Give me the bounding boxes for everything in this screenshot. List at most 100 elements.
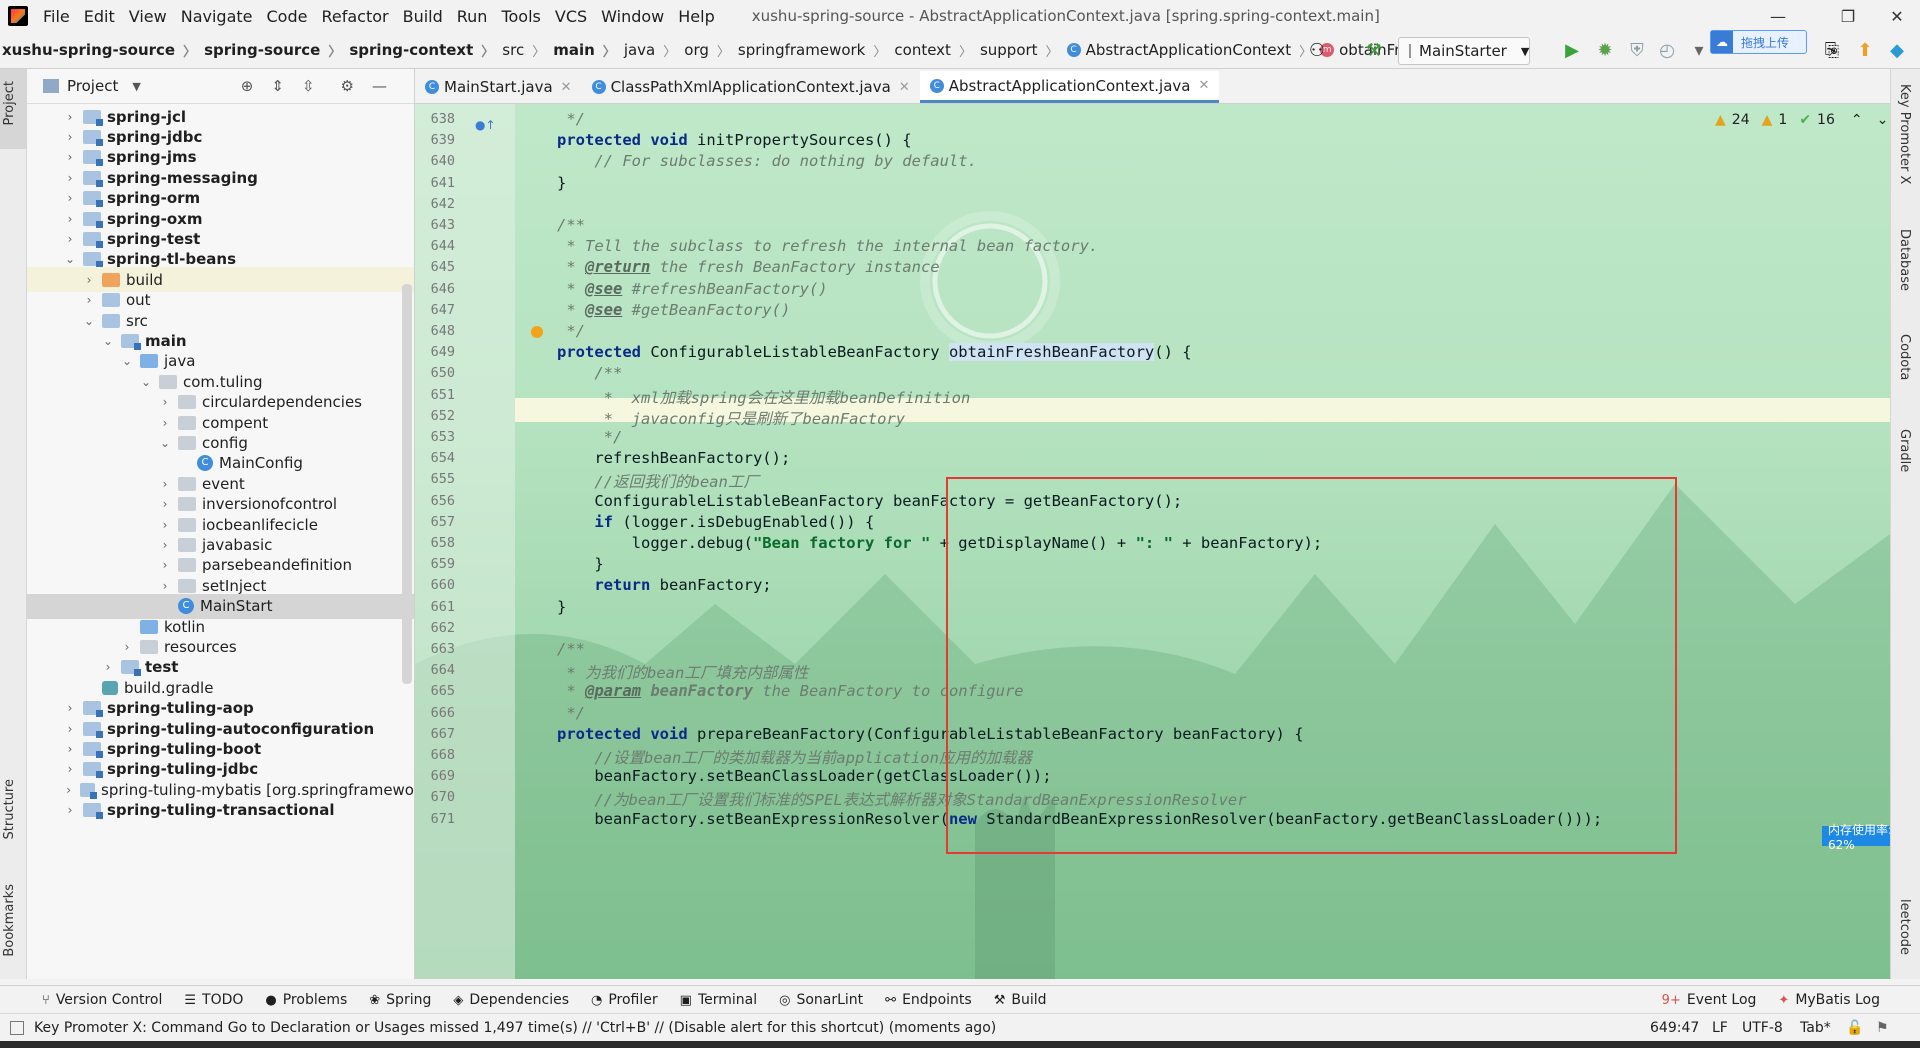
maximize-icon[interactable]: ❐ bbox=[1825, 0, 1871, 32]
chevron-down-icon[interactable]: ⌄ bbox=[82, 314, 96, 328]
file-encoding[interactable]: UTF-8 bbox=[1742, 1020, 1783, 1036]
code-line[interactable]: refreshBeanFactory(); bbox=[557, 449, 790, 467]
tool-window-button[interactable]: ❀ Spring bbox=[369, 992, 431, 1008]
chevron-down-icon[interactable]: ▼ bbox=[132, 80, 140, 93]
breadcrumb-item[interactable]: xushu-spring-source 〉 bbox=[2, 41, 204, 60]
editor-tab[interactable]: C MainStart.java ✕ bbox=[415, 71, 582, 103]
editor-tab[interactable]: C ClassPathXmlApplicationContext.java ✕ bbox=[582, 71, 920, 103]
menu-item-code[interactable]: Code bbox=[260, 7, 315, 26]
breadcrumb-item[interactable]: org 〉 bbox=[684, 41, 738, 60]
code-line[interactable]: protected void initPropertySources() { bbox=[557, 131, 912, 149]
tool-window-button[interactable]: ☰ TODO bbox=[184, 992, 243, 1008]
chevron-up-icon[interactable]: ⌃ bbox=[1851, 112, 1863, 128]
close-tab-icon[interactable]: ✕ bbox=[899, 80, 910, 95]
project-tool-label[interactable]: Project bbox=[2, 81, 17, 125]
code-line[interactable]: */ bbox=[557, 322, 585, 340]
gradle-tool-label[interactable]: Gradle bbox=[1897, 429, 1912, 472]
breadcrumb-item[interactable]: main 〉 bbox=[553, 41, 624, 60]
chevron-right-icon[interactable]: › bbox=[63, 212, 77, 226]
menu-item-run[interactable]: Run bbox=[450, 7, 495, 26]
chevron-down-icon[interactable]: ⌄ bbox=[63, 252, 77, 266]
minimize-icon[interactable]: — bbox=[1755, 0, 1801, 32]
code-line[interactable]: * @see #getBeanFactory() bbox=[557, 301, 790, 319]
chevron-right-icon[interactable]: › bbox=[63, 722, 77, 736]
breadcrumb-item[interactable]: spring-source 〉 bbox=[204, 41, 349, 60]
tool-window-button[interactable]: ◎ SonarLint bbox=[779, 992, 863, 1008]
tool-window-button[interactable]: ⑂ Version Control bbox=[42, 992, 162, 1008]
close-tab-icon[interactable]: ✕ bbox=[561, 80, 572, 95]
codota-tool-label[interactable]: Codota bbox=[1897, 334, 1912, 380]
chevron-right-icon[interactable]: › bbox=[63, 742, 77, 756]
chevron-right-icon[interactable]: › bbox=[63, 110, 77, 124]
chevron-down-icon[interactable]: ⌄ bbox=[1877, 112, 1889, 128]
chevron-right-icon[interactable]: › bbox=[63, 130, 77, 144]
code-line[interactable]: /** bbox=[557, 216, 585, 234]
code-line[interactable]: } bbox=[557, 598, 566, 616]
code-line[interactable]: //返回我们的bean工厂 bbox=[557, 470, 759, 492]
code-line[interactable]: * Tell the subclass to refresh the inter… bbox=[557, 237, 1098, 255]
update-icon[interactable]: ⬆ bbox=[1853, 38, 1877, 62]
chevron-right-icon[interactable]: › bbox=[120, 640, 134, 654]
code-line[interactable]: if (logger.isDebugEnabled()) { bbox=[557, 513, 874, 531]
caret-position[interactable]: 649:47 bbox=[1650, 1020, 1699, 1036]
menu-item-tools[interactable]: Tools bbox=[494, 7, 547, 26]
breadcrumb-item[interactable]: src 〉 bbox=[502, 41, 553, 60]
code-line[interactable]: * @see #refreshBeanFactory() bbox=[557, 280, 827, 298]
key-promoter-tool-label[interactable]: Key Promoter X bbox=[1897, 84, 1912, 184]
chevron-right-icon[interactable]: › bbox=[63, 232, 77, 246]
code-line[interactable]: * 为我们的bean工厂填充内部属性 bbox=[557, 661, 808, 683]
override-marker-icon[interactable]: ●↑ bbox=[475, 118, 496, 132]
editor-tab[interactable]: C AbstractApplicationContext.java ✕ bbox=[919, 71, 1220, 103]
chevron-down-icon[interactable]: ⌄ bbox=[139, 375, 153, 389]
close-window-icon[interactable]: ✕ bbox=[1874, 0, 1920, 32]
bookmarks-tool-label[interactable]: Bookmarks bbox=[2, 884, 17, 957]
menu-item-view[interactable]: View bbox=[122, 7, 174, 26]
tool-window-button[interactable]: ✦ MyBatis Log bbox=[1778, 992, 1880, 1008]
structure-tool-label[interactable]: Structure bbox=[2, 779, 17, 839]
breadcrumb-item[interactable]: support 〉 bbox=[980, 41, 1067, 60]
run-icon[interactable]: ▶ bbox=[1560, 38, 1584, 62]
chevron-right-icon[interactable]: › bbox=[158, 579, 172, 593]
tool-window-button[interactable]: ⚒ Build bbox=[994, 992, 1047, 1008]
bulb-icon[interactable] bbox=[531, 326, 543, 338]
chevron-right-icon[interactable]: › bbox=[63, 701, 77, 715]
chevron-right-icon[interactable]: › bbox=[101, 660, 115, 674]
chevron-right-icon[interactable]: › bbox=[158, 477, 172, 491]
breadcrumb-item[interactable]: C AbstractApplicationContext 〉 bbox=[1066, 41, 1321, 60]
project-panel-title[interactable]: Project bbox=[67, 77, 118, 95]
chevron-right-icon[interactable]: › bbox=[63, 150, 77, 164]
code-line[interactable]: } bbox=[557, 174, 566, 192]
search-icon[interactable]: ⌕ bbox=[1822, 38, 1846, 62]
menu-item-vcs[interactable]: VCS bbox=[548, 7, 594, 26]
code-editor[interactable]: 638 639 640 641 642 643 644 645 646 647 648 649 650 6… bbox=[415, 104, 1890, 979]
more-run-icon[interactable]: ▾ bbox=[1687, 38, 1711, 62]
upload-badge[interactable]: ☁ 拖拽上传 bbox=[1710, 30, 1807, 54]
tool-window-button[interactable]: ▣ Terminal bbox=[680, 992, 757, 1008]
chevron-down-icon[interactable]: ⌄ bbox=[101, 334, 115, 348]
chevron-right-icon[interactable]: › bbox=[63, 171, 77, 185]
profile-icon[interactable]: ◴ bbox=[1655, 38, 1679, 62]
leetcode-tool-label[interactable]: leetcode bbox=[1897, 899, 1912, 955]
chevron-right-icon[interactable]: › bbox=[63, 762, 77, 776]
line-separator[interactable]: LF bbox=[1712, 1020, 1728, 1036]
tool-window-button[interactable]: ● Problems bbox=[265, 992, 347, 1008]
debug-icon[interactable]: ✹ bbox=[1593, 38, 1617, 62]
chevron-right-icon[interactable]: › bbox=[63, 783, 74, 797]
chevron-down-icon[interactable]: ⌄ bbox=[120, 354, 134, 368]
code-line[interactable]: * javaconfig只是刷新了beanFactory bbox=[557, 407, 905, 429]
status-message[interactable]: Key Promoter X: Command Go to Declaratio… bbox=[34, 1020, 996, 1036]
menu-item-window[interactable]: Window bbox=[594, 7, 671, 26]
chevron-down-icon[interactable]: ⌄ bbox=[158, 436, 172, 450]
tool-window-button[interactable]: ◈ Dependencies bbox=[453, 992, 569, 1008]
code-line[interactable]: * @return the fresh BeanFactory instance bbox=[557, 258, 939, 276]
code-line[interactable]: */ bbox=[557, 704, 585, 722]
breadcrumb-item[interactable]: java 〉 bbox=[624, 41, 684, 60]
toggle-tool-windows-icon[interactable] bbox=[10, 1021, 24, 1035]
database-tool-label[interactable]: Database bbox=[1897, 229, 1912, 291]
code-line[interactable]: */ bbox=[557, 428, 623, 446]
menu-item-navigate[interactable]: Navigate bbox=[174, 7, 260, 26]
coverage-icon[interactable]: ⛨ bbox=[1625, 38, 1649, 62]
collapse-all-icon[interactable]: ⇳ bbox=[302, 77, 315, 95]
indent-setting[interactable]: Tab* bbox=[1800, 1020, 1831, 1036]
notifications-icon[interactable]: ⚑ bbox=[1876, 1020, 1889, 1036]
